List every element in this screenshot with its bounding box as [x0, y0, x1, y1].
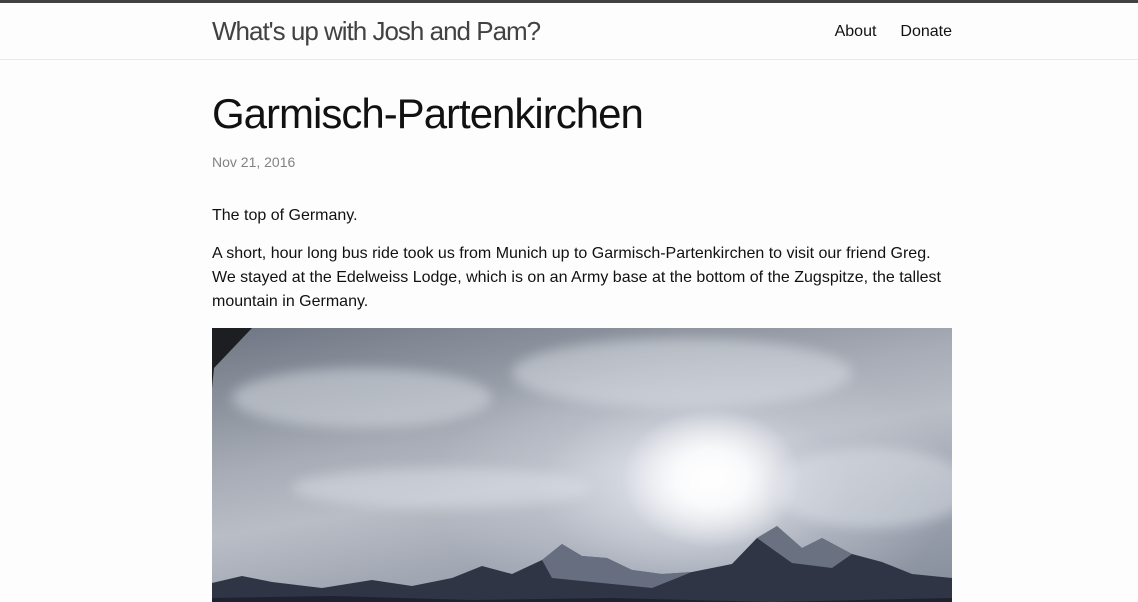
post-paragraph-body: A short, hour long bus ride took us from…	[212, 245, 941, 310]
page-content: Garmisch-Partenkirchen Nov 21, 2016 The …	[0, 89, 1138, 602]
post-paragraph-intro: The top of Germany.	[212, 207, 358, 224]
nav-link-donate[interactable]: Donate	[900, 21, 952, 43]
post-content: The top of Germany. A short, hour long b…	[212, 204, 952, 602]
photo-cloud	[512, 338, 852, 408]
site-header: What's up with Josh and Pam? About Donat…	[0, 3, 1138, 60]
photo-window-frame	[212, 328, 252, 388]
photo-cloud	[292, 468, 592, 508]
photo-cloud	[232, 368, 492, 428]
site-nav: About Donate	[835, 21, 952, 43]
nav-link-about[interactable]: About	[835, 21, 877, 43]
post: Garmisch-Partenkirchen Nov 21, 2016 The …	[212, 89, 952, 602]
post-title: Garmisch-Partenkirchen	[212, 90, 644, 137]
site-title-link[interactable]: What's up with Josh and Pam?	[212, 15, 541, 47]
photo-mountain-range	[212, 526, 952, 602]
post-photo-mountains	[212, 328, 952, 602]
post-date: Nov 21, 2016	[212, 154, 296, 170]
